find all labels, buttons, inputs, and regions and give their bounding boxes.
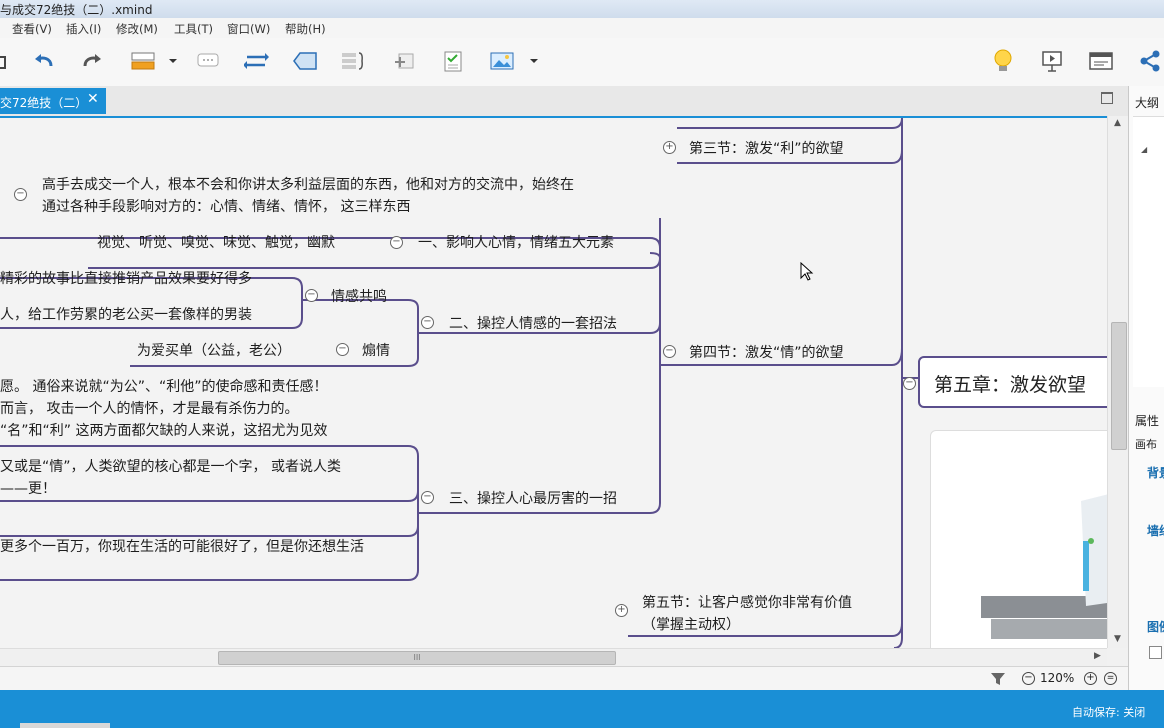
home-icon[interactable] xyxy=(0,48,12,74)
vertical-scroll-thumb[interactable] xyxy=(1111,322,1127,450)
section-5-title[interactable]: 第五节：让客户感觉你非常有价值 xyxy=(642,592,852,612)
outline-panel-title[interactable]: 大纲 xyxy=(1135,94,1159,111)
undo-icon[interactable] xyxy=(31,48,57,74)
image-icon[interactable] xyxy=(489,48,515,74)
collapse-icon[interactable]: − xyxy=(305,289,318,302)
tab-title: 交72绝技（二） xyxy=(0,96,88,110)
idea-icon[interactable] xyxy=(990,48,1016,74)
topic-emotion-elements[interactable]: 一、影响人心情，情绪五大元素 xyxy=(418,232,614,252)
canvas-tab[interactable]: 画布 xyxy=(1135,436,1157,452)
menu-bar: 查看(V) 插入(I) 修改(M) 工具(T) 窗口(W) 帮助(H) xyxy=(0,18,1164,38)
topic-story[interactable]: 精彩的故事比直接推销产品效果要好得多 xyxy=(0,268,252,288)
background-section: 背景 xyxy=(1147,466,1164,480)
chevron-down-icon[interactable] xyxy=(163,48,183,74)
passage-line-4[interactable]: 又或是“情”，人类欲望的核心都是一个字， 或者说人类 xyxy=(0,456,341,476)
horizontal-scroll-thumb[interactable]: III xyxy=(218,651,616,665)
editor-tab-row xyxy=(0,86,1128,116)
title-bar: 与成交72绝技（二）.xmind xyxy=(0,0,1164,18)
passage-line-5[interactable]: ——更！ xyxy=(0,478,56,498)
collapse-icon[interactable]: − xyxy=(14,188,27,201)
horizontal-scrollbar[interactable]: III ▶ xyxy=(0,648,1107,667)
intro-text-line-2[interactable]: 通过各种手段影响对方的：心情、情绪、情怀， 这三样东西 xyxy=(42,196,410,216)
section-3[interactable]: 第三节：激发“利”的欲望 xyxy=(689,138,844,158)
filter-icon[interactable] xyxy=(990,671,1006,687)
collapse-icon[interactable]: − xyxy=(663,345,676,358)
topic-most-powerful[interactable]: 三、操控人心最厉害的一招 xyxy=(449,488,617,508)
toolbar xyxy=(0,38,1164,87)
bottom-bar: 自动保存: 关闭 xyxy=(0,690,1164,728)
expand-icon[interactable]: + xyxy=(663,141,676,154)
zoom-level[interactable]: 120% xyxy=(1040,671,1074,685)
menu-help[interactable]: 帮助(H) xyxy=(285,21,326,37)
properties-panel-title[interactable]: 属性 xyxy=(1135,412,1159,429)
redo-icon[interactable] xyxy=(79,48,105,74)
collapse-icon[interactable]: − xyxy=(903,377,916,390)
relationship-icon[interactable] xyxy=(244,48,270,74)
menu-window[interactable]: 窗口(W) xyxy=(227,21,270,37)
chapter-title: 第五章：激发欲望 xyxy=(934,374,1087,396)
zoom-fit-icon[interactable]: = xyxy=(1104,672,1117,685)
passage-line-2[interactable]: 而言， 攻击一个人的情怀，才是最有杀伤力的。 xyxy=(0,398,298,418)
collapse-icon[interactable]: − xyxy=(390,236,403,249)
editor-tab[interactable]: 交72绝技（二） ✕ xyxy=(0,88,106,114)
topic-senses[interactable]: 视觉、听觉、嗅觉、味觉、触觉，幽默 xyxy=(97,232,335,252)
section-5-subtitle[interactable]: （掌握主动权） xyxy=(642,614,740,634)
topic-provoke[interactable]: 煽情 xyxy=(362,340,390,360)
outline-list[interactable]: ◢ xyxy=(1133,116,1164,387)
books-image xyxy=(981,494,1107,639)
menu-modify[interactable]: 修改(M) xyxy=(116,21,158,37)
intro-text-line-1[interactable]: 高手去成交一个人，根本不会和你讲太多利益层面的东西，他和对方的交流中，始终在 xyxy=(42,174,574,194)
scroll-down-icon[interactable]: ▼ xyxy=(1114,634,1121,644)
close-icon[interactable]: ✕ xyxy=(87,91,99,107)
scroll-right-icon[interactable]: ▶ xyxy=(1094,651,1101,661)
notes-icon[interactable] xyxy=(440,48,466,74)
topic-emotion-tactics[interactable]: 二、操控人情感的一套招法 xyxy=(449,313,617,333)
boundary-icon[interactable] xyxy=(292,48,318,74)
share-icon[interactable] xyxy=(1137,48,1163,74)
summary-icon[interactable] xyxy=(340,48,366,74)
collapse-icon[interactable]: − xyxy=(421,491,434,504)
passage-line-3[interactable]: “名”和“利” 这两方面都欠缺的人来说，这招尤为见效 xyxy=(0,420,327,440)
maximize-icon[interactable] xyxy=(1101,92,1113,104)
autosave-status[interactable]: 自动保存: 关闭 xyxy=(1072,704,1145,720)
zoom-out-icon[interactable]: − xyxy=(1022,672,1035,685)
wallpaper-section: 墙纸 xyxy=(1147,524,1164,538)
window-title: 与成交72绝技（二）.xmind xyxy=(0,3,153,17)
menu-view[interactable]: 查看(V) xyxy=(12,21,52,37)
mouse-cursor-icon xyxy=(800,262,814,281)
section-4[interactable]: 第四节：激发“情”的欲望 xyxy=(689,342,844,362)
collapse-icon[interactable]: − xyxy=(421,316,434,329)
topic-million[interactable]: 更多个一百万，你现在生活的可能很好了，但是你还想生活 xyxy=(0,536,364,556)
right-panel: 大纲 ◢ 属性 画布 背景 墙纸 图例 xyxy=(1128,86,1164,690)
chapter-node[interactable]: 第五章：激发欲望 xyxy=(918,356,1107,408)
vertical-scrollbar[interactable]: ▼ ▲ xyxy=(1107,116,1129,648)
topic-husband-suit[interactable]: 人，给工作劳累的老公买一套像样的男装 xyxy=(0,304,252,324)
legend-checkbox[interactable] xyxy=(1149,646,1162,659)
mindmap-canvas[interactable]: − 高手去成交一个人，根本不会和你讲太多利益层面的东西，他和对方的交流中，始终在… xyxy=(0,116,1107,650)
passage-line-1[interactable]: 愿。 通俗来说就“为公”、“利他”的使命感和责任感！ xyxy=(0,376,327,396)
legend-section: 图例 xyxy=(1147,620,1164,634)
menu-tools[interactable]: 工具(T) xyxy=(174,21,213,37)
zoom-in-icon[interactable]: + xyxy=(1084,672,1097,685)
callout-icon[interactable] xyxy=(195,48,221,74)
menu-insert[interactable]: 插入(I) xyxy=(66,21,101,37)
marker-icon[interactable] xyxy=(392,48,418,74)
preview-card xyxy=(930,430,1107,650)
taskbar-strip xyxy=(20,723,110,728)
expand-icon[interactable]: + xyxy=(615,604,628,617)
collapse-icon[interactable]: − xyxy=(336,343,349,356)
insert-topic-icon[interactable] xyxy=(130,48,156,74)
status-bar: − 120% + = xyxy=(0,666,1128,691)
image-dropdown-icon[interactable] xyxy=(524,48,544,74)
presentation-icon[interactable] xyxy=(1039,48,1065,74)
topic-resonance[interactable]: 情感共鸣 xyxy=(331,286,387,306)
layout-icon[interactable] xyxy=(1088,48,1114,74)
scroll-up-icon[interactable]: ▲ xyxy=(1114,118,1121,128)
topic-pay-for-love[interactable]: 为爱买单（公益，老公） xyxy=(137,340,291,360)
